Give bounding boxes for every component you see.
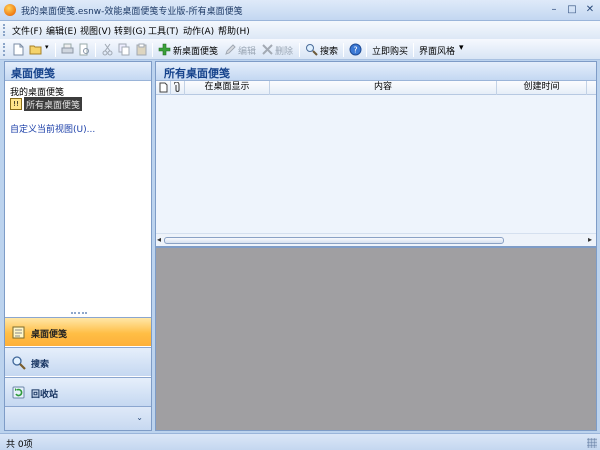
- column-note-type[interactable]: [156, 81, 171, 95]
- column-attachment[interactable]: [171, 81, 185, 95]
- toolbar-separator: [413, 43, 414, 57]
- column-header-row: 在桌面显示 内容 创建时间: [156, 81, 596, 95]
- toolbar-separator: [343, 43, 344, 57]
- nav-button-label: 搜索: [31, 360, 50, 370]
- print-icon: [61, 43, 74, 54]
- menu-edit[interactable]: 编辑(E): [46, 24, 77, 37]
- menu-help[interactable]: 帮助(H): [218, 24, 250, 37]
- menu-file[interactable]: 文件(F): [12, 24, 42, 37]
- print-preview-icon: [79, 43, 89, 56]
- nav-button-label: 回收站: [31, 390, 59, 400]
- close-button[interactable]: ✕: [582, 3, 598, 17]
- notes-grid[interactable]: [156, 95, 596, 233]
- toolbar-separator: [152, 43, 153, 57]
- nav-button-search[interactable]: 搜索: [5, 347, 151, 376]
- resize-grip[interactable]: [587, 438, 597, 448]
- scroll-left-icon[interactable]: ◂: [157, 235, 161, 244]
- toolbar-separator: [366, 43, 367, 57]
- tree-item-label: 所有桌面便笺: [24, 97, 83, 111]
- scrollbar-thumb[interactable]: [164, 237, 504, 244]
- delete-button[interactable]: 删除: [275, 44, 293, 57]
- menu-goto[interactable]: 转到(G): [114, 24, 146, 37]
- recycle-icon: [12, 386, 25, 399]
- cut-icon: [102, 43, 113, 56]
- delete-icon: [262, 44, 273, 55]
- open-dropdown-arrow[interactable]: ▾: [45, 43, 49, 51]
- help-icon[interactable]: ?: [349, 43, 362, 56]
- horizontal-scrollbar[interactable]: ◂ ▸: [156, 233, 596, 246]
- toolbar: ▾ 新桌面便笺 编辑 删除 搜索 ? 立即购买 界面风格 ▾: [0, 39, 600, 60]
- notes-list-pane: 所有桌面便笺 在桌面显示 内容 创建时间 ◂ ▸: [155, 61, 597, 247]
- toolbar-separator: [95, 43, 96, 57]
- app-logo-icon: [4, 4, 16, 16]
- nav-pane-title: 桌面便笺: [5, 62, 151, 81]
- nav-button-label: 桌面便笺: [31, 330, 68, 340]
- maximize-button[interactable]: □: [564, 3, 580, 17]
- skin-dropdown-arrow[interactable]: ▾: [459, 43, 464, 53]
- chevron-down-icon[interactable]: ⌄: [136, 413, 143, 422]
- search-icon: [12, 356, 26, 370]
- buy-now-button[interactable]: 立即购买: [372, 44, 408, 57]
- window-title: 我的桌面便笺.esnw-效能桌面便笺专业版-所有桌面便笺: [21, 7, 243, 17]
- column-content[interactable]: 内容: [270, 81, 497, 95]
- toolbar-separator: [299, 43, 300, 57]
- skin-dropdown[interactable]: 界面风格: [419, 44, 455, 57]
- new-file-icon[interactable]: [12, 43, 25, 56]
- add-icon: [158, 43, 171, 56]
- copy-icon: [118, 43, 130, 56]
- minimize-button[interactable]: –: [546, 3, 562, 17]
- paperclip-icon: [173, 81, 180, 92]
- paste-icon: [136, 43, 147, 56]
- toolbar-separator: [55, 43, 56, 57]
- new-note-button[interactable]: 新桌面便笺: [173, 44, 218, 57]
- pane-splitter[interactable]: [71, 312, 87, 314]
- note-icon: [12, 326, 25, 339]
- nav-button-recycle-bin[interactable]: 回收站: [5, 377, 151, 406]
- edit-button[interactable]: 编辑: [238, 44, 256, 57]
- svg-text:?: ?: [353, 46, 357, 55]
- note-column-icon: [159, 82, 167, 93]
- note-folder-icon: !!: [10, 98, 22, 110]
- list-title: 所有桌面便笺: [156, 62, 596, 81]
- open-folder-icon[interactable]: [29, 43, 42, 56]
- column-created-time[interactable]: 创建时间: [497, 81, 587, 95]
- note-preview-area: [155, 247, 597, 431]
- status-bar: 共 0项: [0, 433, 600, 450]
- title-bar: 我的桌面便笺.esnw-效能桌面便笺专业版-所有桌面便笺 – □ ✕: [0, 0, 600, 21]
- menu-view[interactable]: 视图(V): [80, 24, 111, 37]
- scroll-right-icon[interactable]: ▸: [588, 235, 592, 244]
- edit-icon: [225, 44, 236, 55]
- customize-view-link[interactable]: 自定义当前视图(U)...: [10, 122, 95, 135]
- search-button[interactable]: 搜索: [320, 44, 338, 57]
- toolbar-grip[interactable]: [3, 43, 6, 56]
- nav-pane-footer[interactable]: ⌄: [5, 406, 151, 430]
- nav-button-notes[interactable]: 桌面便笺: [5, 317, 151, 346]
- column-show-on-desktop[interactable]: 在桌面显示: [185, 81, 270, 95]
- item-count: 共 0项: [6, 440, 33, 450]
- menu-actions[interactable]: 动作(A): [183, 24, 214, 37]
- navigation-pane: 桌面便笺 我的桌面便笺 !! 所有桌面便笺 自定义当前视图(U)... 桌面便笺…: [4, 61, 152, 431]
- search-icon: [306, 44, 318, 56]
- menu-bar: 文件(F) 编辑(E) 视图(V) 转到(G) 工具(T) 动作(A) 帮助(H…: [0, 21, 600, 39]
- menubar-grip[interactable]: [3, 24, 6, 36]
- menu-tools[interactable]: 工具(T): [148, 24, 179, 37]
